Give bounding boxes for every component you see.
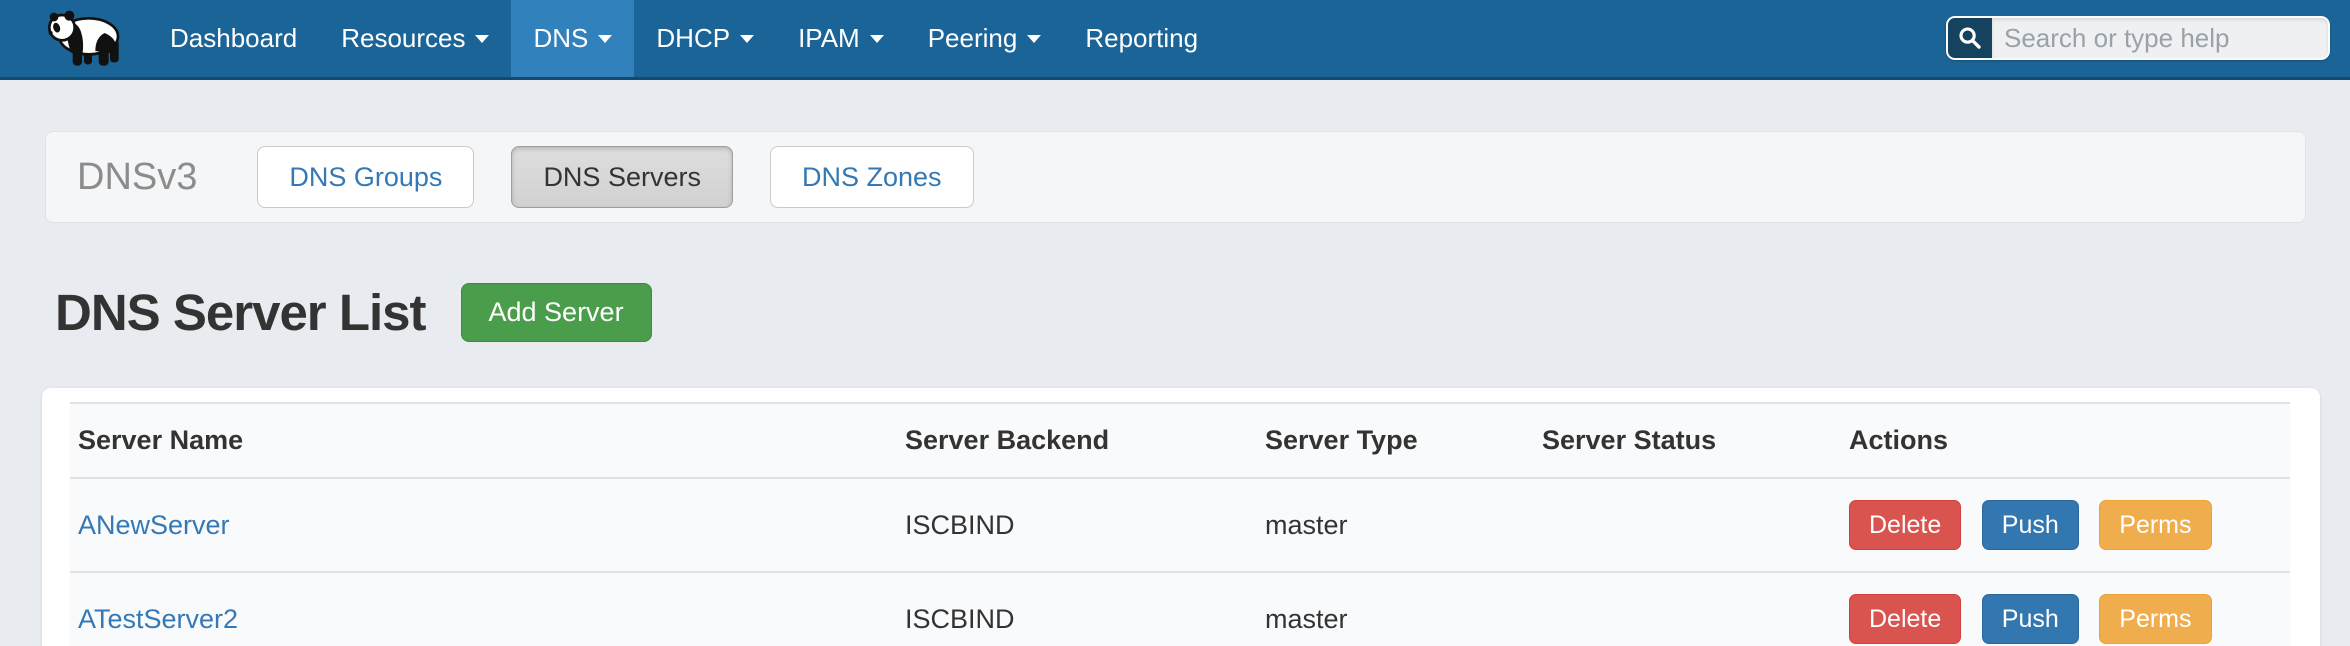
add-server-button[interactable]: Add Server xyxy=(461,283,652,342)
server-table: Server Name Server Backend Server Type S… xyxy=(70,402,2290,646)
perms-button[interactable]: Perms xyxy=(2099,594,2211,644)
page-title: DNS Server List xyxy=(55,283,426,342)
search-box xyxy=(1946,16,2330,60)
col-server-type: Server Type xyxy=(1257,403,1534,478)
nav-item-dns[interactable]: DNS xyxy=(511,0,634,77)
dns-zones-button[interactable]: DNS Zones xyxy=(770,146,974,208)
server-type-cell: master xyxy=(1257,478,1534,572)
chevron-down-icon xyxy=(870,35,884,43)
col-server-name: Server Name xyxy=(70,403,897,478)
table-header-row: Server Name Server Backend Server Type S… xyxy=(70,403,2290,478)
nav-item-reporting[interactable]: Reporting xyxy=(1063,0,1220,77)
nav-item-dashboard[interactable]: Dashboard xyxy=(148,0,319,77)
col-server-status: Server Status xyxy=(1534,403,1841,478)
server-backend-cell: ISCBIND xyxy=(897,478,1257,572)
server-name-link[interactable]: ATestServer2 xyxy=(78,604,238,634)
nav-item-ipam[interactable]: IPAM xyxy=(776,0,906,77)
chevron-down-icon xyxy=(598,35,612,43)
search-input[interactable] xyxy=(1992,18,2328,58)
nav-label: IPAM xyxy=(798,23,860,54)
nav-label: Reporting xyxy=(1085,23,1198,54)
search-icon xyxy=(1958,26,1982,50)
perms-button[interactable]: Perms xyxy=(2099,500,2211,550)
table-row: ATestServer2 ISCBIND master Delete Push … xyxy=(70,572,2290,646)
push-button[interactable]: Push xyxy=(1982,500,2079,550)
chevron-down-icon xyxy=(1027,35,1041,43)
navbar: Dashboard Resources DNS DHCP IPAM Peerin… xyxy=(0,0,2350,80)
delete-button[interactable]: Delete xyxy=(1849,594,1961,644)
dnsv3-toolbar: DNSv3 DNS Groups DNS Servers DNS Zones xyxy=(45,131,2306,223)
nav-label: Dashboard xyxy=(170,23,297,54)
actions-cell: Delete Push Perms xyxy=(1841,478,2290,572)
col-actions: Actions xyxy=(1841,403,2290,478)
server-backend-cell: ISCBIND xyxy=(897,572,1257,646)
nav-label: Resources xyxy=(341,23,465,54)
server-status-cell xyxy=(1534,572,1841,646)
push-button[interactable]: Push xyxy=(1982,594,2079,644)
server-type-cell: master xyxy=(1257,572,1534,646)
page-header: DNS Server List Add Server xyxy=(55,283,652,342)
nav-item-resources[interactable]: Resources xyxy=(319,0,511,77)
server-name-link[interactable]: ANewServer xyxy=(78,510,230,540)
dns-servers-button[interactable]: DNS Servers xyxy=(511,146,733,208)
app-window: Dashboard Resources DNS DHCP IPAM Peerin… xyxy=(0,0,2350,646)
server-list-card: Server Name Server Backend Server Type S… xyxy=(42,388,2320,646)
dns-groups-button[interactable]: DNS Groups xyxy=(257,146,474,208)
toolbar-title: DNSv3 xyxy=(77,156,197,199)
table-row: ANewServer ISCBIND master Delete Push Pe… xyxy=(70,478,2290,572)
panda-icon xyxy=(46,7,126,71)
chevron-down-icon xyxy=(740,35,754,43)
delete-button[interactable]: Delete xyxy=(1849,500,1961,550)
nav-item-peering[interactable]: Peering xyxy=(906,0,1064,77)
nav-label: DNS xyxy=(533,23,588,54)
main-menu: Dashboard Resources DNS DHCP IPAM Peerin… xyxy=(148,0,1220,77)
nav-item-dhcp[interactable]: DHCP xyxy=(634,0,776,77)
actions-cell: Delete Push Perms xyxy=(1841,572,2290,646)
search-button[interactable] xyxy=(1948,18,1992,58)
server-status-cell xyxy=(1534,478,1841,572)
nav-label: DHCP xyxy=(656,23,730,54)
chevron-down-icon xyxy=(475,35,489,43)
nav-label: Peering xyxy=(928,23,1018,54)
panda-logo[interactable] xyxy=(46,7,126,71)
col-server-backend: Server Backend xyxy=(897,403,1257,478)
